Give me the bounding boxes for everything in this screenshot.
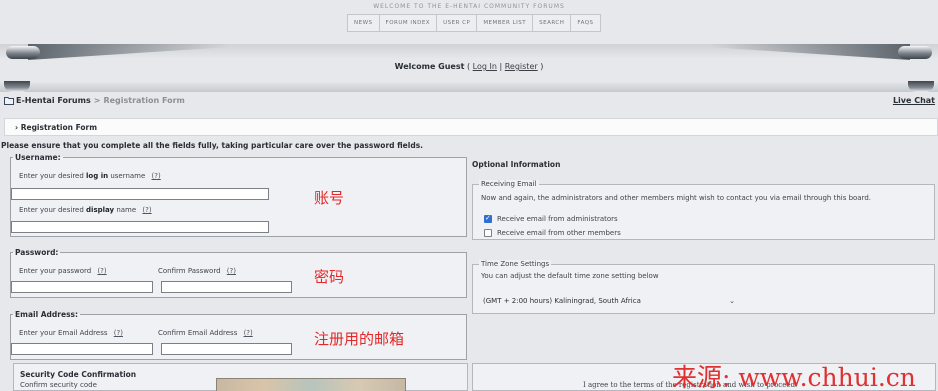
password-legend: Password:: [15, 248, 59, 257]
breadcrumb: E-Hentai Forums > Registration Form: [4, 96, 185, 105]
optional-info-title: Optional Information: [472, 160, 561, 169]
header-bar-bottom: [0, 81, 938, 92]
header-curve-left: [28, 44, 228, 60]
page: WELCOME TO THE E-HENTAI COMMUNITY FORUMS…: [0, 0, 938, 391]
nav-user-cp[interactable]: USER CP: [437, 15, 478, 31]
display-label-pre: Enter your desired: [19, 206, 84, 214]
top-nav: NEWS FORUM INDEX USER CP MEMBER LIST SEA…: [347, 14, 601, 32]
folder-icon: [4, 97, 14, 105]
display-label-post: name: [116, 206, 137, 214]
email-label-text: Enter your Email Address: [19, 329, 108, 337]
receiving-email-box: Receiving Email Now and again, the admin…: [472, 180, 935, 240]
nav-member-list[interactable]: MEMBER LIST: [477, 15, 534, 31]
password-input[interactable]: [11, 281, 153, 293]
welcome-guest-label: Welcome Guest: [394, 62, 465, 71]
email-input[interactable]: [11, 343, 153, 355]
header-cap-right: [898, 46, 932, 59]
confirm-password-label: Confirm Password (?): [158, 267, 236, 275]
display-name-input[interactable]: [11, 221, 269, 233]
display-label-bold: display: [86, 206, 115, 214]
checkbox-member-email[interactable]: [484, 229, 492, 237]
header-bar-top: [0, 44, 938, 60]
live-chat-link[interactable]: Live Chat: [893, 96, 935, 105]
security-title: Security Code Confirmation: [20, 370, 137, 379]
email-label: Enter your Email Address (?): [19, 329, 123, 337]
pipe: |: [499, 62, 503, 71]
timezone-select[interactable]: (GMT + 2:00 hours) Kaliningrad, South Af…: [481, 295, 741, 309]
checkbox-admin-email-label: Receive email from administrators: [497, 215, 618, 223]
footer-cap-left: [4, 81, 30, 92]
security-subtitle: Confirm security code: [20, 381, 97, 389]
username-fieldset: Username: Enter your desired log in user…: [10, 153, 467, 237]
footer-cap-right: [908, 81, 934, 92]
confirm-email-input[interactable]: [161, 343, 292, 355]
password-label-text: Enter your password: [19, 267, 92, 275]
login-label-pre: Enter your desired: [19, 172, 84, 180]
form-notice: Please ensure that you complete all the …: [1, 141, 424, 150]
password-label: Enter your password (?): [19, 267, 107, 275]
confirm-email-label: Confirm Email Address (?): [158, 329, 253, 337]
email-legend: Email Address:: [15, 310, 79, 319]
annotation-password: 密码: [314, 268, 345, 286]
nav-news[interactable]: NEWS: [348, 15, 380, 31]
login-label-post: username: [110, 172, 146, 180]
help-link[interactable]: (?): [114, 329, 123, 337]
annotation-email: 注册用的邮箱: [314, 330, 405, 348]
login-link[interactable]: Log In: [473, 62, 497, 71]
login-username-input[interactable]: [11, 188, 269, 200]
password-fieldset: Password: Enter your password (?) Confir…: [10, 248, 467, 298]
chevron-down-icon: ⌄: [729, 297, 735, 305]
captcha-image: [216, 378, 406, 391]
help-link[interactable]: (?): [152, 172, 161, 180]
timezone-value: (GMT + 2:00 hours) Kaliningrad, South Af…: [483, 297, 641, 305]
help-link[interactable]: (?): [227, 267, 236, 275]
welcome-banner: WELCOME TO THE E-HENTAI COMMUNITY FORUMS: [373, 3, 565, 10]
login-name-label: Enter your desired log in username (?): [19, 172, 161, 180]
confirm-email-label-text: Confirm Email Address: [158, 329, 238, 337]
timezone-text: You can adjust the default time zone set…: [481, 272, 659, 280]
timezone-legend: Time Zone Settings: [479, 260, 552, 268]
nav-forum-index[interactable]: FORUM INDEX: [380, 15, 438, 31]
header-curve-right: [710, 44, 910, 60]
checkbox-admin-email[interactable]: [484, 214, 492, 223]
nav-search[interactable]: SEARCH: [533, 15, 572, 31]
nav-faqs[interactable]: FAQS: [571, 15, 599, 31]
paren-open: (: [466, 62, 471, 71]
header-cap-left: [6, 46, 40, 59]
help-link[interactable]: (?): [244, 329, 253, 337]
checkbox-member-email-label: Receive email from other members: [497, 229, 621, 237]
help-link[interactable]: (?): [142, 206, 151, 214]
section-header: › Registration Form: [4, 118, 938, 136]
breadcrumb-sep: >: [93, 96, 101, 105]
paren-close: ): [540, 62, 544, 71]
watermark: 来源: www.chhui.cn: [672, 363, 916, 391]
welcome-guest: Welcome Guest ( Log In | Register ): [0, 62, 938, 71]
help-link[interactable]: (?): [97, 267, 106, 275]
receiving-email-text: Now and again, the administrators and ot…: [481, 194, 872, 202]
confirm-password-input[interactable]: [161, 281, 292, 293]
username-legend: Username:: [15, 153, 61, 162]
breadcrumb-current: Registration Form: [103, 96, 185, 105]
security-box: Security Code Confirmation Confirm secur…: [13, 363, 468, 391]
register-link[interactable]: Register: [505, 62, 538, 71]
confirm-password-label-text: Confirm Password: [158, 267, 221, 275]
timezone-box: Time Zone Settings You can adjust the de…: [472, 260, 935, 314]
breadcrumb-forum-link[interactable]: E-Hentai Forums: [16, 96, 91, 105]
annotation-account: 账号: [314, 189, 345, 207]
login-label-bold: log in: [86, 172, 109, 180]
receiving-email-legend: Receiving Email: [479, 180, 539, 188]
display-name-label: Enter your desired display name (?): [19, 206, 152, 214]
